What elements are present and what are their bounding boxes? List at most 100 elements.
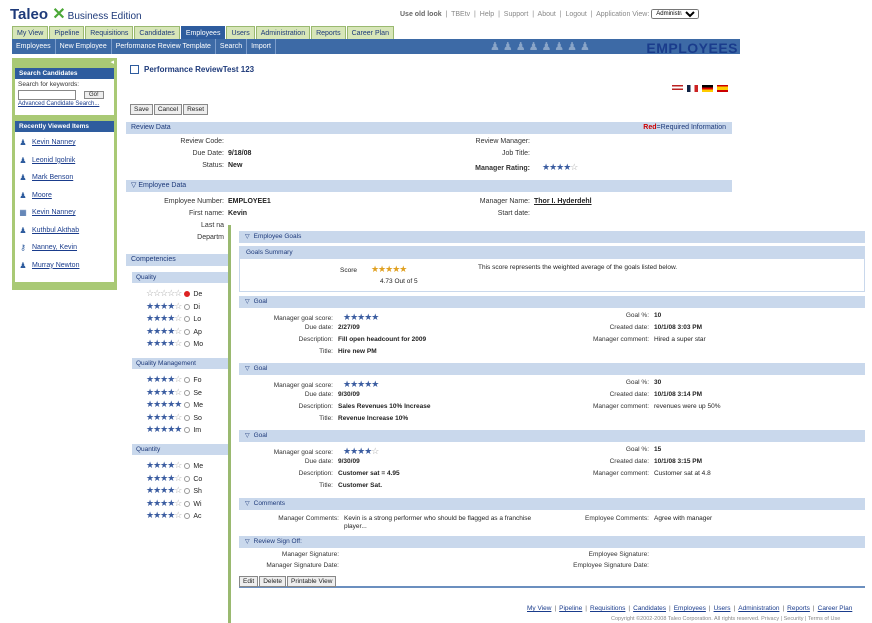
person-icon: ♟ <box>19 260 27 270</box>
competency-stars[interactable]: ★★★★☆ <box>146 510 182 520</box>
recent-item[interactable]: ♟ Kuthbul Akthab <box>18 222 111 240</box>
reset-button[interactable]: Reset <box>183 104 209 115</box>
keyword-search-input[interactable] <box>18 90 76 100</box>
tab-reports[interactable]: Reports <box>311 26 346 39</box>
about-link[interactable]: About <box>538 11 556 18</box>
tab-candidates[interactable]: Candidates <box>134 26 180 39</box>
save-button[interactable]: Save <box>130 104 153 115</box>
subnav-search[interactable]: Search <box>216 39 248 54</box>
footer-link[interactable]: Employees <box>674 605 706 612</box>
printable-view-button[interactable]: Printable View <box>287 576 337 587</box>
recent-item-link[interactable]: Kevin Nanney <box>32 209 76 216</box>
recent-item-link[interactable]: Nanney, Kevin <box>32 244 77 251</box>
recent-item[interactable]: ♟ Kevin Nanney <box>18 134 111 152</box>
field-value: revenues were up 50% <box>654 403 721 410</box>
goal-score-stars[interactable]: ★★★★★ <box>343 379 379 389</box>
competency-stars[interactable]: ★★★★☆ <box>146 485 182 495</box>
subnav-import[interactable]: Import <box>247 39 276 54</box>
delete-button[interactable]: Delete <box>259 576 286 587</box>
tbetv-link[interactable]: TBEtv <box>451 11 470 18</box>
field-label: Goal %: <box>625 312 649 319</box>
competency-stars[interactable]: ★★★★☆ <box>146 313 182 323</box>
recent-item-link[interactable]: Moore <box>32 192 52 199</box>
footer-link[interactable]: My View <box>527 605 551 612</box>
recent-item-link[interactable]: Kuthbul Akthab <box>32 227 79 234</box>
use-old-look-link[interactable]: Use old look <box>400 11 442 18</box>
collapse-arrow-icon[interactable]: ▽ <box>245 498 250 510</box>
collapse-arrow-icon[interactable]: ▽ <box>245 536 250 548</box>
tab-employees[interactable]: Employees <box>180 26 226 39</box>
footer-link[interactable]: Career Plan <box>818 605 853 612</box>
recent-item-link[interactable]: Murray Newton <box>32 262 79 269</box>
footer-link[interactable]: Reports <box>787 605 810 612</box>
collapse-arrow-icon[interactable]: ▽ <box>245 363 250 375</box>
footer-link[interactable]: Pipeline <box>559 605 582 612</box>
subnav-employees[interactable]: Employees <box>12 39 56 54</box>
subnav-review-template[interactable]: Performance Review Template <box>112 39 216 54</box>
recent-item-link[interactable]: Mark Benson <box>32 174 73 181</box>
collapse-arrow-icon[interactable]: ▽ <box>245 296 250 308</box>
field-value: 10/1/08 3:15 PM <box>654 458 703 465</box>
competency-stars[interactable]: ★★★★☆ <box>146 412 182 422</box>
recent-item[interactable]: ♟ Leonid Igolnik <box>18 152 111 170</box>
germany-flag-icon[interactable] <box>702 85 713 92</box>
recent-item[interactable]: ▦ Kevin Nanney <box>18 204 111 222</box>
tab-career-plan[interactable]: Career Plan <box>346 26 394 39</box>
competency-label: De <box>193 291 203 298</box>
goal-score-stars[interactable]: ★★★★★ <box>343 312 379 322</box>
collapse-arrow-icon[interactable]: ▽ <box>131 182 136 189</box>
competency-label: Co <box>193 475 203 483</box>
france-flag-icon[interactable] <box>687 85 698 92</box>
recent-item[interactable]: ♟ Mark Benson <box>18 169 111 187</box>
cancel-button[interactable]: Cancel <box>153 104 183 115</box>
subnav-new-employee[interactable]: New Employee <box>56 39 112 54</box>
competency-stars[interactable]: ☆☆☆☆☆ <box>146 288 182 298</box>
manager-link[interactable]: Thor I. Hyderdehl <box>534 198 592 205</box>
footer-link[interactable]: Candidates <box>633 605 666 612</box>
competency-stars[interactable]: ★★★★☆ <box>146 498 182 508</box>
competency-stars[interactable]: ★★★★☆ <box>146 301 182 311</box>
advanced-search-link[interactable]: Advanced Candidate Search... <box>18 101 111 107</box>
logout-link[interactable]: Logout <box>565 11 586 18</box>
recent-item-link[interactable]: Leonid Igolnik <box>32 157 75 164</box>
review-icon <box>130 65 139 75</box>
footer-link[interactable]: Requisitions <box>590 605 625 612</box>
goals-summary-header: Goals Summary <box>240 247 864 259</box>
field-label: Employee Comments: <box>585 515 649 522</box>
tab-requisitions[interactable]: Requisitions <box>85 26 134 39</box>
recent-item-link[interactable]: Kevin Nanney <box>32 139 76 146</box>
language-flags <box>672 85 728 92</box>
competency-stars[interactable]: ★★★★☆ <box>146 326 182 336</box>
tab-my-view[interactable]: My View <box>12 26 49 39</box>
edit-button[interactable]: Edit <box>239 576 259 587</box>
manager-rating-stars[interactable]: ★★★★☆ <box>542 162 578 172</box>
competency-stars[interactable]: ★★★★☆ <box>146 473 182 483</box>
support-link[interactable]: Support <box>504 11 529 18</box>
competency-stars[interactable]: ★★★★☆ <box>146 387 182 397</box>
footer-link[interactable]: Users <box>714 605 731 612</box>
tab-users[interactable]: Users <box>226 26 255 39</box>
competency-label: Me <box>193 463 204 470</box>
tab-administration[interactable]: Administration <box>255 26 311 39</box>
app-view-select[interactable]: Administrator <box>651 9 700 19</box>
competency-stars[interactable]: ★★★★★ <box>146 399 182 409</box>
goal-score-stars[interactable]: ★★★★☆ <box>343 446 379 456</box>
collapse-arrow-icon[interactable]: ▽ <box>245 430 250 442</box>
competency-stars[interactable]: ★★★★☆ <box>146 338 182 348</box>
tab-pipeline[interactable]: Pipeline <box>49 26 85 39</box>
go-button[interactable]: Go! <box>84 91 104 99</box>
competency-stars[interactable]: ★★★★★ <box>146 424 182 434</box>
collapse-icon[interactable]: ◂ <box>12 58 117 68</box>
recent-item[interactable]: ⚷ Nanney, Kevin <box>18 239 111 257</box>
help-link[interactable]: Help <box>480 11 494 18</box>
recent-item[interactable]: ♟ Murray Newton <box>18 257 111 275</box>
competency-stars[interactable]: ★★★★☆ <box>146 374 182 384</box>
collapse-arrow-icon[interactable]: ▽ <box>245 231 250 243</box>
spain-flag-icon[interactable] <box>717 85 728 92</box>
recent-item[interactable]: ♟ Moore <box>18 187 111 205</box>
search-candidates-header: Search Candidates <box>15 68 114 79</box>
us-flag-icon[interactable] <box>672 85 683 92</box>
footer-link[interactable]: Administration <box>738 605 779 612</box>
employee-signature-field: Employee Signature: <box>549 551 649 558</box>
competency-stars[interactable]: ★★★★☆ <box>146 460 182 470</box>
